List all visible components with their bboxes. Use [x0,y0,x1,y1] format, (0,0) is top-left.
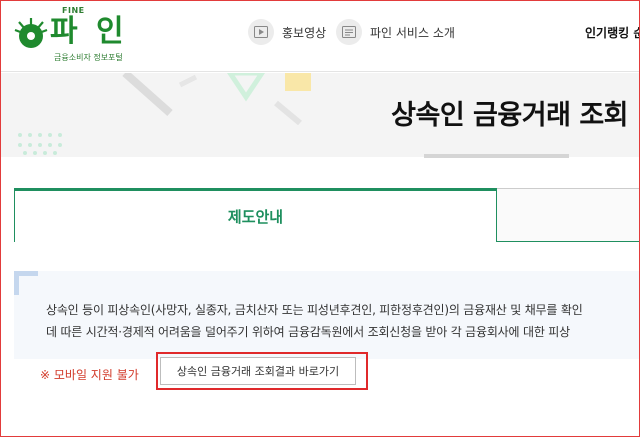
nav-promo-label: 홍보영상 [282,25,327,40]
nav-service-label: 파인 서비스 소개 [370,25,455,40]
tab-system-guide[interactable]: 제도안내 [14,188,497,242]
title-underline [424,154,569,158]
popular-ranking-link[interactable]: 인기랭킹 순 [585,24,640,41]
document-icon [336,19,362,45]
info-text-line-2: 데 따른 시간적·경제적 어려움을 덜어주기 위하여 금융감독원에서 조회신청을… [46,325,570,339]
nav-service-intro[interactable]: 파인 서비스 소개 [336,18,455,46]
play-icon [248,19,274,45]
logo-name: 파 인 [50,14,128,49]
fine-logo[interactable]: FINE 파 인 금융소비자 정보포털 [14,6,134,64]
tab-secondary[interactable] [497,188,640,242]
banner-decoration [18,73,311,155]
inheritance-result-button[interactable]: 상속인 금융거래 조회결과 바로가기 [160,357,356,385]
logo-subtitle: 금융소비자 정보포털 [54,53,123,62]
page-title: 상속인 금융거래 조회 [391,100,628,131]
leaf-icon [14,18,48,48]
tab-baseline [497,241,640,242]
quote-corner-icon [14,271,38,295]
page-banner: 상속인 금융거래 조회 [0,73,640,157]
info-text-line-1: 상속인 등이 피상속인(사망자, 실종자, 금치산자 또는 피성년후견인, 피한… [46,303,583,317]
site-header: FINE 파 인 금융소비자 정보포털 홍보영상 파인 서비스 소개 인기랭킹 … [0,0,640,72]
mobile-unsupported-note: ※ 모바일 지원 불가 [40,368,139,382]
nav-promo-video[interactable]: 홍보영상 [248,18,326,46]
